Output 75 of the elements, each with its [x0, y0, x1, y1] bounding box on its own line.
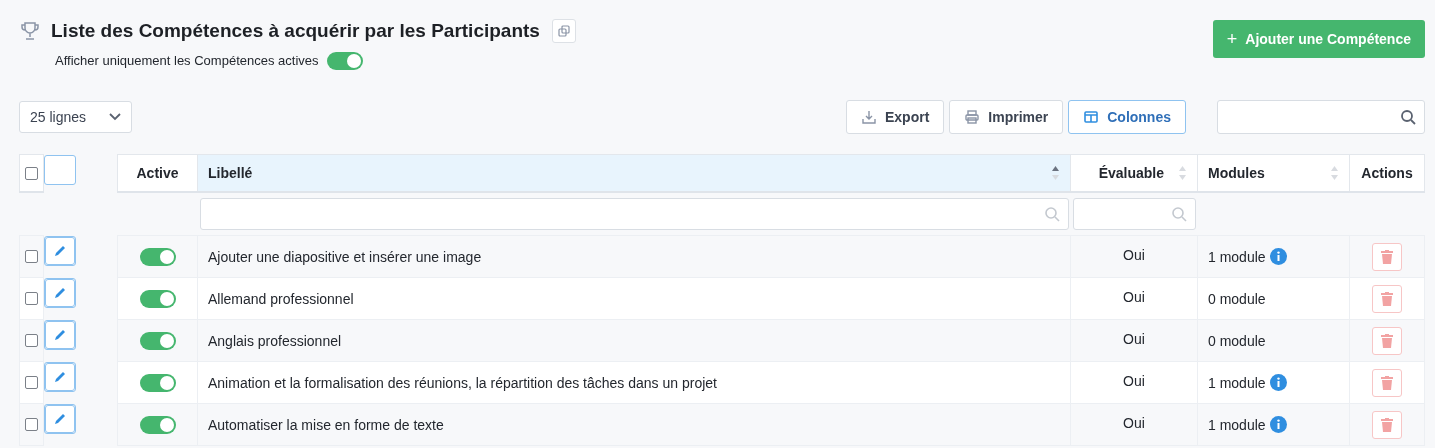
column-header: Actions — [1361, 164, 1413, 182]
delete-button[interactable] — [1372, 410, 1402, 439]
active-toggle[interactable] — [139, 415, 176, 434]
column-header: Libellé — [208, 164, 253, 182]
active-toggle[interactable] — [139, 373, 176, 392]
column-header: Active — [136, 164, 179, 182]
delete-button[interactable] — [1372, 368, 1402, 397]
edit-button[interactable] — [45, 236, 75, 265]
table-cell: Oui — [1123, 330, 1145, 348]
filter-label: Afficher uniquement les Compétences actives — [55, 52, 319, 70]
search-icon — [1170, 206, 1187, 222]
row-checkbox[interactable] — [25, 292, 38, 305]
pencil-icon — [53, 285, 67, 300]
columns-icon — [1083, 109, 1100, 125]
table-cell: Allemand professionnel — [208, 289, 354, 308]
table-cell: Oui — [1123, 246, 1145, 264]
active-toggle[interactable] — [139, 289, 176, 308]
download-icon — [860, 109, 877, 125]
info-icon[interactable] — [1269, 248, 1287, 265]
search-icon — [1400, 109, 1416, 125]
column-header: Modules — [1208, 164, 1265, 182]
edit-button[interactable] — [45, 320, 75, 349]
pencil-icon — [53, 411, 67, 426]
table-cell: 0 module — [1208, 331, 1266, 350]
search-field[interactable] — [1217, 100, 1425, 134]
pencil-icon — [53, 327, 67, 342]
active-toggle[interactable] — [139, 331, 176, 350]
sort-icon[interactable] — [1051, 165, 1060, 181]
page-title: Liste des Compétences à acquérir par les Participants — [51, 19, 540, 43]
table-cell: 1 module — [1208, 415, 1266, 434]
export-button[interactable]: Export — [845, 100, 945, 134]
row-checkbox[interactable] — [25, 250, 38, 263]
column-filter-field[interactable] — [199, 198, 1069, 230]
table-cell: 0 module — [1208, 289, 1266, 308]
print-button[interactable]: Imprimer — [949, 100, 1064, 134]
trophy-icon — [19, 20, 41, 42]
row-checkbox[interactable] — [25, 334, 38, 347]
info-icon[interactable] — [1269, 416, 1287, 433]
trash-icon — [1381, 375, 1393, 390]
chevron-down-icon — [109, 113, 121, 121]
columns-button[interactable]: Colonnes — [1068, 100, 1186, 134]
table-cell: Animation et la formalisation des réunions, la répartition des tâches dans un projet — [208, 373, 717, 392]
table-cell: Oui — [1123, 372, 1145, 390]
page-size-select[interactable]: 25 lignes — [19, 101, 132, 133]
column-header: Évaluable — [1098, 164, 1164, 182]
trash-icon — [1381, 291, 1393, 306]
edit-button[interactable] — [45, 404, 75, 433]
column-filter-field[interactable] — [1072, 198, 1196, 230]
delete-button[interactable] — [1372, 326, 1402, 355]
copy-icon — [557, 25, 570, 37]
pencil-icon — [53, 243, 67, 258]
table-cell: Automatiser la mise en forme de texte — [208, 415, 444, 434]
delete-button[interactable] — [1372, 284, 1402, 313]
trash-icon — [1381, 249, 1393, 264]
trash-icon — [1381, 417, 1393, 432]
pencil-icon — [53, 369, 67, 384]
trash-icon — [1381, 333, 1393, 348]
table-cell: Oui — [1123, 288, 1145, 306]
table-cell: 1 module — [1208, 373, 1266, 392]
info-icon[interactable] — [1269, 374, 1287, 391]
table-cell: Oui — [1123, 414, 1145, 432]
edit-button[interactable] — [45, 278, 75, 307]
select-all-checkbox[interactable] — [25, 166, 38, 180]
delete-button[interactable] — [1372, 242, 1402, 271]
table-cell: Ajouter une diapositive et insérer une image — [208, 247, 482, 266]
printer-icon — [964, 109, 981, 125]
active-toggle[interactable] — [139, 247, 176, 266]
search-icon — [1043, 206, 1060, 222]
table-cell: 1 module — [1208, 247, 1266, 266]
row-checkbox[interactable] — [25, 418, 38, 431]
active-filter-toggle[interactable] — [326, 52, 363, 70]
edit-button[interactable] — [45, 362, 75, 391]
copy-button[interactable] — [551, 19, 576, 43]
table-cell: Anglais professionnel — [208, 331, 342, 350]
row-checkbox[interactable] — [25, 376, 38, 389]
